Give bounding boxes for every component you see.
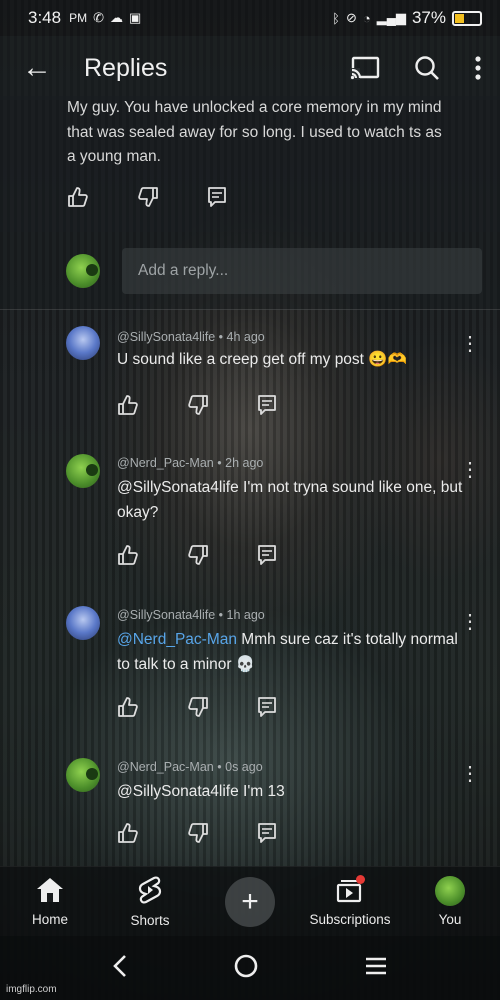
like-icon[interactable] bbox=[117, 394, 139, 421]
nav-subscriptions[interactable]: Subscriptions bbox=[300, 867, 400, 936]
avatar[interactable] bbox=[66, 326, 100, 360]
more-vert-icon[interactable]: ⋮ bbox=[460, 764, 480, 784]
nav-subscriptions-label: Subscriptions bbox=[309, 911, 391, 927]
reply-text: @SillySonata4life I'm not tryna sound li… bbox=[117, 479, 463, 521]
more-vert-icon[interactable] bbox=[474, 56, 482, 80]
reply-actions bbox=[117, 544, 277, 571]
like-icon[interactable] bbox=[117, 822, 139, 849]
search-icon[interactable] bbox=[414, 55, 440, 81]
watermark: imgflip.com bbox=[6, 984, 57, 995]
battery-fill bbox=[455, 13, 464, 23]
reply-input[interactable]: Add a reply... bbox=[122, 248, 482, 294]
reply-time: 4h ago bbox=[226, 330, 265, 344]
reply-time: 0s ago bbox=[225, 760, 263, 774]
shorts-icon bbox=[138, 876, 162, 907]
reply-author[interactable]: @SillySonata4life bbox=[117, 608, 215, 622]
dislike-icon[interactable] bbox=[137, 186, 159, 213]
do-not-disturb-icon: ⊘ bbox=[345, 10, 357, 25]
reply-icon[interactable] bbox=[257, 822, 277, 849]
meta-separator: • bbox=[217, 456, 222, 470]
system-back-icon[interactable] bbox=[112, 954, 128, 983]
meta-separator: • bbox=[218, 608, 224, 622]
cast-icon[interactable] bbox=[350, 56, 380, 80]
reply-text: U sound like a creep get off my post 😀🫶 bbox=[117, 351, 407, 368]
reply-meta: @SillySonata4life • 4h ago bbox=[117, 330, 265, 344]
more-vert-icon[interactable]: ⋮ bbox=[460, 460, 480, 480]
nav-shorts[interactable]: Shorts bbox=[100, 867, 200, 936]
system-recents-icon[interactable] bbox=[364, 956, 388, 981]
nav-home[interactable]: Home bbox=[0, 867, 100, 936]
dislike-icon[interactable] bbox=[187, 394, 209, 421]
reply-actions bbox=[117, 822, 277, 849]
twitch-icon: ▣ bbox=[129, 10, 142, 25]
reply-icon[interactable] bbox=[207, 186, 227, 213]
bluetooth-icon: ᛒ bbox=[332, 10, 340, 26]
bottom-nav: Home Shorts + Subscriptions You bbox=[0, 866, 500, 936]
reply-icon[interactable] bbox=[257, 696, 277, 723]
reply-meta: @Nerd_Pac-Man • 0s ago bbox=[117, 760, 263, 774]
nav-you-label: You bbox=[438, 912, 462, 927]
status-left: 3:48 PM ✆ ☁ ▣ bbox=[28, 8, 141, 28]
reply-meta: @SillySonata4life • 1h ago bbox=[117, 608, 265, 622]
dislike-icon[interactable] bbox=[187, 544, 209, 571]
back-arrow-icon[interactable]: ← bbox=[22, 51, 62, 85]
phone-icon: ✆ bbox=[93, 10, 104, 25]
avatar[interactable] bbox=[66, 606, 100, 640]
app-bar-actions bbox=[350, 55, 482, 81]
like-icon[interactable] bbox=[117, 696, 139, 723]
reply-icon[interactable] bbox=[257, 394, 277, 421]
signal-icon: ▂▄▆ bbox=[376, 10, 406, 25]
avatar[interactable] bbox=[66, 758, 100, 792]
status-right: ᛒ ⊘ ◔ ▂▄▆ 37% bbox=[332, 8, 482, 28]
reply-text: @SillySonata4life I'm 13 bbox=[117, 783, 285, 800]
reply-meta: @Nerd_Pac-Man • 2h ago bbox=[117, 456, 263, 470]
reply-actions bbox=[117, 394, 277, 421]
notification-dot bbox=[356, 875, 365, 884]
like-icon[interactable] bbox=[117, 544, 139, 571]
reply-time: 1h ago bbox=[226, 608, 265, 622]
nav-home-label: Home bbox=[31, 911, 68, 927]
dislike-icon[interactable] bbox=[187, 822, 209, 849]
home-icon bbox=[36, 877, 64, 906]
status-ampm: PM bbox=[69, 11, 88, 25]
like-icon[interactable] bbox=[67, 186, 89, 213]
meta-separator: • bbox=[217, 760, 222, 774]
nav-shorts-label: Shorts bbox=[130, 912, 170, 928]
dislike-icon[interactable] bbox=[187, 696, 209, 723]
more-vert-icon[interactable]: ⋮ bbox=[460, 334, 480, 354]
parent-comment: My guy. You have unlocked a core memory … bbox=[0, 96, 500, 232]
reply-author[interactable]: @Nerd_Pac-Man bbox=[117, 760, 214, 774]
avatar[interactable] bbox=[66, 454, 100, 488]
reply-author[interactable]: @Nerd_Pac-Man bbox=[117, 456, 214, 470]
nav-create[interactable]: + bbox=[200, 867, 300, 936]
wifi-icon: ◔ bbox=[362, 10, 371, 26]
system-nav-bar bbox=[0, 936, 500, 1000]
reply-mention[interactable]: @Nerd_Pac-Man bbox=[117, 631, 237, 648]
reply-box-row: Add a reply... bbox=[0, 232, 500, 310]
nav-you[interactable]: You bbox=[400, 867, 500, 936]
reply-text: @Nerd_Pac-Man Mmh sure caz it's totally … bbox=[117, 628, 467, 677]
status-bar: 3:48 PM ✆ ☁ ▣ ᛒ ⊘ ◔ ▂▄▆ 37% bbox=[0, 0, 500, 36]
battery-icon bbox=[452, 10, 482, 26]
app-bar: ← Replies bbox=[0, 36, 500, 100]
battery-percent: 37% bbox=[411, 8, 446, 27]
more-vert-icon[interactable]: ⋮ bbox=[460, 612, 480, 632]
create-plus-icon[interactable]: + bbox=[225, 876, 275, 927]
you-avatar bbox=[435, 876, 465, 906]
meta-separator: • bbox=[218, 330, 224, 344]
cloud-icon: ☁ bbox=[110, 10, 123, 25]
reply-time: 2h ago bbox=[225, 456, 264, 470]
parent-actions bbox=[67, 186, 227, 213]
avatar[interactable] bbox=[66, 254, 100, 288]
system-home-icon[interactable] bbox=[233, 953, 259, 984]
page-title: Replies bbox=[84, 53, 168, 82]
parent-comment-text: My guy. You have unlocked a core memory … bbox=[67, 99, 442, 165]
reply-author[interactable]: @SillySonata4life bbox=[117, 330, 215, 344]
reply-actions bbox=[117, 696, 277, 723]
status-time: 3:48 bbox=[28, 8, 62, 27]
reply-icon[interactable] bbox=[257, 544, 277, 571]
